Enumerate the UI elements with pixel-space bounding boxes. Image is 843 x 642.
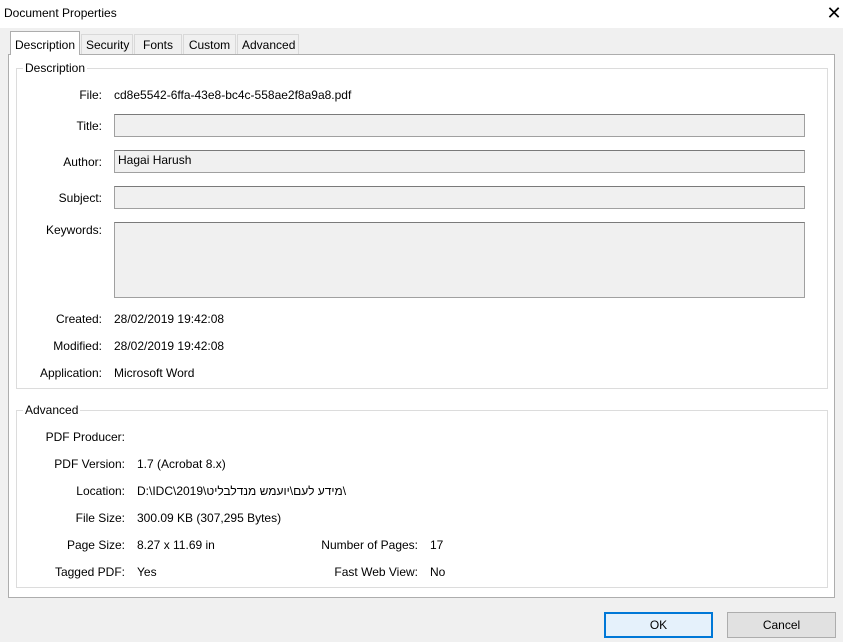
tab-advanced[interactable]: Advanced <box>237 34 299 54</box>
created-label: Created: <box>55 312 102 326</box>
page-size-label: Page Size: <box>66 538 125 552</box>
subject-field[interactable] <box>114 186 805 209</box>
cancel-button[interactable]: Cancel <box>727 612 836 638</box>
fast-web-view-label: Fast Web View: <box>334 565 418 579</box>
ok-button[interactable]: OK <box>604 612 713 638</box>
modified-value: 28/02/2019 19:42:08 <box>114 339 225 353</box>
location-label: Location: <box>76 484 125 498</box>
application-value: Microsoft Word <box>114 366 195 380</box>
title-label: Title: <box>76 119 102 133</box>
advanced-group <box>16 410 828 588</box>
tagged-pdf-label: Tagged PDF: <box>54 565 125 579</box>
number-of-pages-value: 17 <box>430 538 444 552</box>
tab-description[interactable]: Description <box>10 31 80 55</box>
tab-fonts[interactable]: Fonts <box>134 34 182 54</box>
advanced-legend: Advanced <box>23 403 81 417</box>
author-label: Author: <box>63 155 102 169</box>
keywords-field[interactable] <box>114 222 805 298</box>
pdf-version-value: 1.7 (Acrobat 8.x) <box>137 457 226 471</box>
file-size-value: 300.09 KB (307,295 Bytes) <box>137 511 282 525</box>
author-field[interactable]: Hagai Harush <box>114 150 805 173</box>
modified-label: Modified: <box>53 339 102 353</box>
tab-security[interactable]: Security <box>81 34 133 54</box>
close-icon[interactable]: ✕ <box>826 3 842 23</box>
fast-web-view-value: No <box>430 565 446 579</box>
file-label: File: <box>79 88 102 102</box>
location-value: D:\IDC\2019\מידע לעם\יועמש מנדלבליט\ <box>137 484 347 498</box>
tab-custom[interactable]: Custom <box>183 34 236 54</box>
created-value: 28/02/2019 19:42:08 <box>114 312 225 326</box>
file-value: cd8e5542-6ffa-43e8-bc4c-558ae2f8a9a8.pdf <box>114 88 352 102</box>
tagged-pdf-value: Yes <box>137 565 157 579</box>
window-title: Document Properties <box>4 6 117 20</box>
pdf-producer-label: PDF Producer: <box>45 430 125 444</box>
application-label: Application: <box>39 366 102 380</box>
title-field[interactable] <box>114 114 805 137</box>
keywords-label: Keywords: <box>45 223 102 237</box>
title-bar <box>0 0 843 28</box>
file-size-label: File Size: <box>75 511 125 525</box>
subject-label: Subject: <box>58 191 102 205</box>
number-of-pages-label: Number of Pages: <box>321 538 418 552</box>
pdf-version-label: PDF Version: <box>54 457 125 471</box>
description-legend: Description <box>23 61 88 75</box>
page-size-value: 8.27 x 11.69 in <box>137 538 215 552</box>
